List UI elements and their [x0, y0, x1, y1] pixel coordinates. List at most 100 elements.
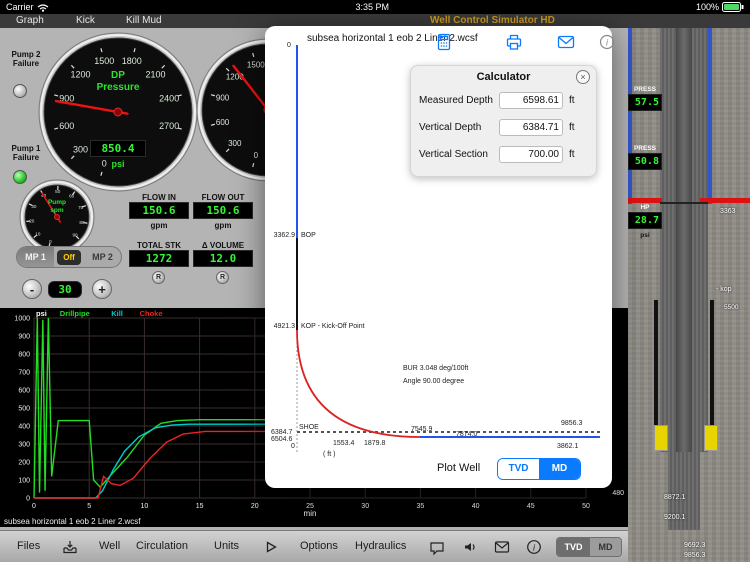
flow-out-value: 150.6 [193, 202, 253, 219]
svg-text:1500: 1500 [94, 56, 114, 66]
well-profile-plot [296, 45, 600, 452]
press1-value: 57.5 [628, 94, 662, 111]
app-title: Well Control Simulator HD [430, 15, 555, 26]
flow-in-unit: gpm [150, 221, 168, 230]
hp-label: HP [640, 204, 650, 211]
flow-out-label: FLOW OUT [201, 193, 245, 202]
toolbar-options[interactable]: Options [300, 540, 338, 552]
toolbar-mode-toggle: TVD MD [556, 537, 622, 557]
clock: 3:35 PM [355, 2, 389, 12]
svg-text:10: 10 [35, 232, 41, 237]
svg-text:Drillpipe: Drillpipe [60, 309, 90, 318]
depth-label-1: 8872.1 [664, 494, 686, 501]
bop-label: BOP [301, 232, 316, 239]
svg-text:600: 600 [18, 388, 30, 395]
pump-gauge-label1: Pump [47, 199, 67, 206]
svg-text:900: 900 [18, 334, 30, 341]
toolbar-files[interactable]: Files [17, 540, 40, 552]
toolbar-toggle-tvd[interactable]: TVD [557, 538, 590, 556]
play-icon[interactable] [263, 539, 279, 555]
plot-well-label: Plot Well [437, 462, 481, 474]
hp-unit: psi [640, 232, 650, 239]
toolbar-info-icon[interactable]: i [526, 539, 542, 555]
plot-toggle-tvd[interactable]: TVD [498, 459, 539, 479]
svg-text:Kill: Kill [111, 309, 123, 318]
total-stk-reset-button[interactable]: R [152, 271, 165, 284]
export-tray-icon[interactable] [62, 539, 78, 555]
mud-pump-toggle: MP 1 Off MP 2 [16, 246, 122, 268]
carrier-label: Carrier [6, 2, 34, 12]
press1-label: PRESS [633, 86, 657, 93]
pump-gauge-label2: spm [50, 207, 64, 214]
chart-filename: subsea horizontal 1 eob 2 Liner 2.wcsf [4, 517, 141, 526]
menu-kick[interactable]: Kick [76, 15, 95, 26]
delta-volume-reset-button[interactable]: R [216, 271, 229, 284]
depth-label-4: 9856.3 [684, 552, 706, 559]
seabed-line [660, 202, 708, 204]
envelope-icon[interactable] [494, 540, 510, 554]
svg-text:5: 5 [87, 503, 91, 510]
svg-text:min: min [304, 509, 317, 518]
plot-toggle-md[interactable]: MD [539, 459, 580, 479]
flow-out-unit: gpm [214, 221, 232, 230]
speaker-icon[interactable] [462, 539, 478, 555]
press2-label: PRESS [633, 145, 657, 152]
xaxis-zero: 0 [291, 443, 295, 450]
svg-text:600: 600 [59, 121, 74, 131]
toolbar-hydraulics[interactable]: Hydraulics [355, 540, 406, 552]
toolbar-circulation[interactable]: Circulation [136, 540, 188, 552]
mp2-segment[interactable]: MP 2 [84, 252, 121, 262]
svg-text:80: 80 [79, 220, 85, 225]
svg-text:300: 300 [73, 145, 88, 155]
liner-hanger-right [704, 425, 718, 451]
delta-volume-label: Δ VOLUME [201, 241, 245, 250]
menu-graph[interactable]: Graph [16, 15, 44, 26]
depth-label-2: 9200.1 [664, 514, 686, 521]
svg-text:300: 300 [228, 139, 242, 148]
dp-gauge-label2: Pressure [96, 82, 140, 93]
bur-annotation: BUR 3.048 deg/100ft [403, 365, 469, 372]
svg-text:100: 100 [18, 478, 30, 485]
kop-depth: 4921.3 [273, 323, 295, 330]
wellbore-schematic-panel: PRESS 57.5 PRESS 50.8 HP 28.7 psi 3363 -… [628, 28, 750, 562]
svg-text:800: 800 [18, 352, 30, 359]
riser-line-left [628, 28, 632, 204]
toolbar-well[interactable]: Well [99, 540, 120, 552]
dp-pressure-unit: psi [111, 159, 125, 169]
pump2-failure-led[interactable] [13, 84, 27, 98]
spm-setpoint-value: 30 [48, 281, 82, 298]
svg-text:900: 900 [216, 94, 230, 103]
svg-text:psi: psi [36, 309, 47, 318]
svg-text:700: 700 [18, 370, 30, 377]
well-control-simulator-app: Carrier 3:35 PM 100% Graph Kick Kill Mud… [0, 0, 750, 562]
svg-text:i: i [533, 542, 536, 552]
svg-text:1000: 1000 [14, 316, 30, 323]
spm-increase-button[interactable]: + [92, 279, 112, 299]
svg-text:500: 500 [18, 406, 30, 413]
kop-marker-label: - kop [716, 286, 732, 293]
spm-decrease-button[interactable]: - [22, 279, 42, 299]
menu-kill-mud[interactable]: Kill Mud [126, 15, 162, 26]
svg-text:90: 90 [72, 233, 78, 238]
liner-hanger-left [654, 425, 668, 451]
svg-text:2700: 2700 [159, 121, 179, 131]
plot-mode-toggle: TVD MD [497, 458, 581, 480]
chat-icon[interactable] [429, 540, 445, 556]
svg-text:50: 50 [55, 189, 61, 194]
pump-off-badge[interactable]: Off [57, 249, 81, 265]
svg-text:50: 50 [582, 503, 590, 510]
riser-line-right [708, 28, 712, 204]
svg-text:60: 60 [69, 194, 75, 199]
bop-marker-left [628, 198, 662, 203]
delta-volume-value: 12.0 [193, 250, 253, 267]
svg-text:0: 0 [26, 496, 30, 503]
mp1-segment[interactable]: MP 1 [17, 247, 54, 267]
svg-text:2400: 2400 [159, 93, 179, 103]
svg-text:45: 45 [527, 503, 535, 510]
bottom-toolbar: Files Well Circulation Units Options Hyd… [0, 530, 628, 562]
status-bar: Carrier 3:35 PM 100% [0, 0, 750, 14]
toolbar-toggle-md[interactable]: MD [589, 538, 621, 556]
svg-text:Choke: Choke [140, 309, 163, 318]
plot-top-zero: 0 [287, 42, 291, 49]
toolbar-units[interactable]: Units [214, 540, 239, 552]
